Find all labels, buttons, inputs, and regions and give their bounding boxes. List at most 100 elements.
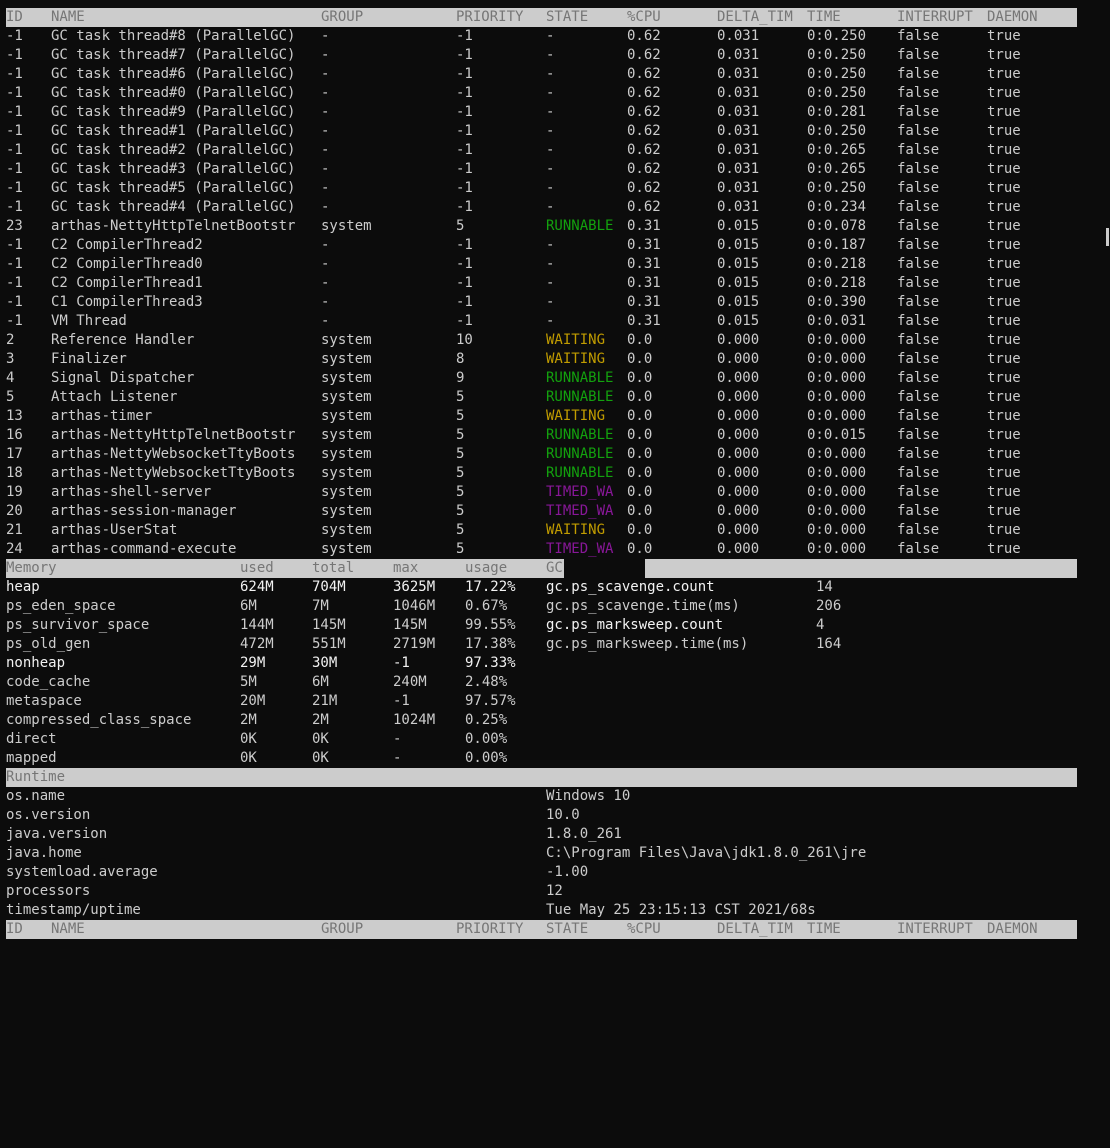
memory-name: heap (6, 579, 40, 595)
thread-state: - (546, 28, 555, 44)
runtime-row: os.name Windows 10 (6, 787, 1077, 806)
scrollbar-thumb[interactable] (1106, 228, 1109, 246)
thread-group: - (321, 294, 330, 310)
thread-id: -1 (6, 104, 23, 120)
thread-delta-time: 0.031 (717, 85, 760, 101)
thread-delta-time: 0.000 (717, 370, 760, 386)
memory-name: code_cache (6, 674, 91, 690)
thread-daemon: true (987, 142, 1021, 158)
runtime-row: java.version 1.8.0_261 (6, 825, 1077, 844)
thread-daemon: true (987, 389, 1021, 405)
col-header-daemon: DAEMON (987, 9, 1038, 25)
memory-usage: 0.67% (465, 598, 508, 614)
thread-time: 0:0.250 (807, 123, 867, 139)
thread-delta-time: 0.000 (717, 427, 760, 443)
thread-interrupt: false (897, 522, 940, 538)
thread-priority: 5 (456, 446, 465, 462)
runtime-header: Runtime (6, 768, 1077, 787)
thread-delta-time: 0.031 (717, 142, 760, 158)
thread-row: 5 Attach Listener system 5 RUNNABLE 0.0 0.000 0… (6, 388, 1077, 407)
thread-group: system (321, 218, 372, 234)
thread-priority: -1 (456, 104, 473, 120)
thread-time: 0:0.265 (807, 142, 867, 158)
thread-state: RUNNABLE (546, 446, 614, 462)
gc-metric-value: 4 (816, 617, 825, 633)
thread-daemon: true (987, 47, 1021, 63)
col-header-name: NAME (51, 9, 85, 25)
thread-priority: -1 (456, 28, 473, 44)
thread-group: - (321, 313, 330, 329)
col-header-id: ID (6, 9, 23, 25)
thread-id: 24 (6, 541, 23, 557)
thread-priority: -1 (456, 161, 473, 177)
thread-daemon: true (987, 503, 1021, 519)
thread-priority: -1 (456, 294, 473, 310)
thread-group: - (321, 199, 330, 215)
thread-daemon: true (987, 522, 1021, 538)
col-header-time: TIME (807, 9, 841, 25)
thread-state: - (546, 123, 555, 139)
thread-interrupt: false (897, 142, 940, 158)
thread-delta-time: 0.015 (717, 237, 760, 253)
memory-used: 20M (240, 693, 266, 709)
thread-group: - (321, 180, 330, 196)
gc-metric-value: 164 (816, 636, 842, 652)
thread-cpu: 0.62 (627, 199, 661, 215)
gc-metric-name: gc.ps_scavenge.time(ms) (546, 598, 740, 614)
thread-id: 2 (6, 332, 15, 348)
memory-max: 3625M (393, 579, 436, 595)
thread-priority: 5 (456, 465, 465, 481)
memory-gc-header: Memory used total max usage GC (6, 559, 1077, 578)
thread-cpu: 0.62 (627, 142, 661, 158)
thread-daemon: true (987, 199, 1021, 215)
thread-state: - (546, 142, 555, 158)
thread-name: arthas-session-manager (51, 503, 237, 519)
thread-name: GC task thread#1 (ParallelGC) (51, 123, 296, 139)
thread-name: GC task thread#7 (ParallelGC) (51, 47, 296, 63)
thread-time: 0:0.000 (807, 522, 867, 538)
thread-name: GC task thread#0 (ParallelGC) (51, 85, 296, 101)
thread-state: RUNNABLE (546, 218, 614, 234)
thread-id: 3 (6, 351, 15, 367)
memory-name: metaspace (6, 693, 82, 709)
col-header-group: GROUP (321, 9, 364, 25)
thread-daemon: true (987, 85, 1021, 101)
memory-max: 145M (393, 617, 427, 633)
thread-group: - (321, 161, 330, 177)
thread-name: arthas-NettyHttpTelnetBootstr (51, 218, 296, 234)
thread-delta-time: 0.031 (717, 104, 760, 120)
thread-delta-time: 0.000 (717, 446, 760, 462)
thread-id: -1 (6, 180, 23, 196)
thread-time: 0:0.031 (807, 313, 867, 329)
gc-metric-value: 14 (816, 579, 833, 595)
thread-interrupt: false (897, 503, 940, 519)
thread-row: 4 Signal Dispatcher system 9 RUNNABLE 0.0 0.00… (6, 369, 1077, 388)
thread-delta-time: 0.015 (717, 313, 760, 329)
memory-name: ps_survivor_space (6, 617, 150, 633)
thread-row: 21 arthas-UserStat system 5 WAITING 0.0 0.000 0… (6, 521, 1077, 540)
memory-max: 1046M (393, 598, 436, 614)
col-header-state: STATE (546, 921, 589, 937)
memory-usage: 0.00% (465, 731, 508, 747)
thread-row: -1 VM Thread - -1 - 0.31 0.015 0:0.031 false true (6, 312, 1077, 331)
thread-row: -1 C2 CompilerThread2 - -1 - 0.31 0.015 0:0.187… (6, 236, 1077, 255)
thread-cpu: 0.0 (627, 389, 653, 405)
thread-time: 0:0.390 (807, 294, 867, 310)
thread-group: - (321, 85, 330, 101)
memory-col-header-total: total (312, 560, 355, 576)
thread-cpu: 0.62 (627, 66, 661, 82)
thread-time: 0:0.015 (807, 427, 867, 443)
thread-delta-time: 0.031 (717, 123, 760, 139)
thread-state: - (546, 256, 555, 272)
runtime-key: processors (6, 883, 91, 899)
memory-max: -1 (393, 655, 410, 671)
thread-priority: 5 (456, 408, 465, 424)
thread-interrupt: false (897, 541, 940, 557)
thread-delta-time: 0.031 (717, 161, 760, 177)
memory-used: 29M (240, 655, 266, 671)
thread-time: 0:0.234 (807, 199, 867, 215)
memory-row: ps_eden_space 6M 7M 1046M 0.67% gc.ps_scaveng… (6, 597, 1077, 616)
thread-cpu: 0.0 (627, 465, 653, 481)
thread-cpu: 0.31 (627, 294, 661, 310)
thread-group: system (321, 389, 372, 405)
